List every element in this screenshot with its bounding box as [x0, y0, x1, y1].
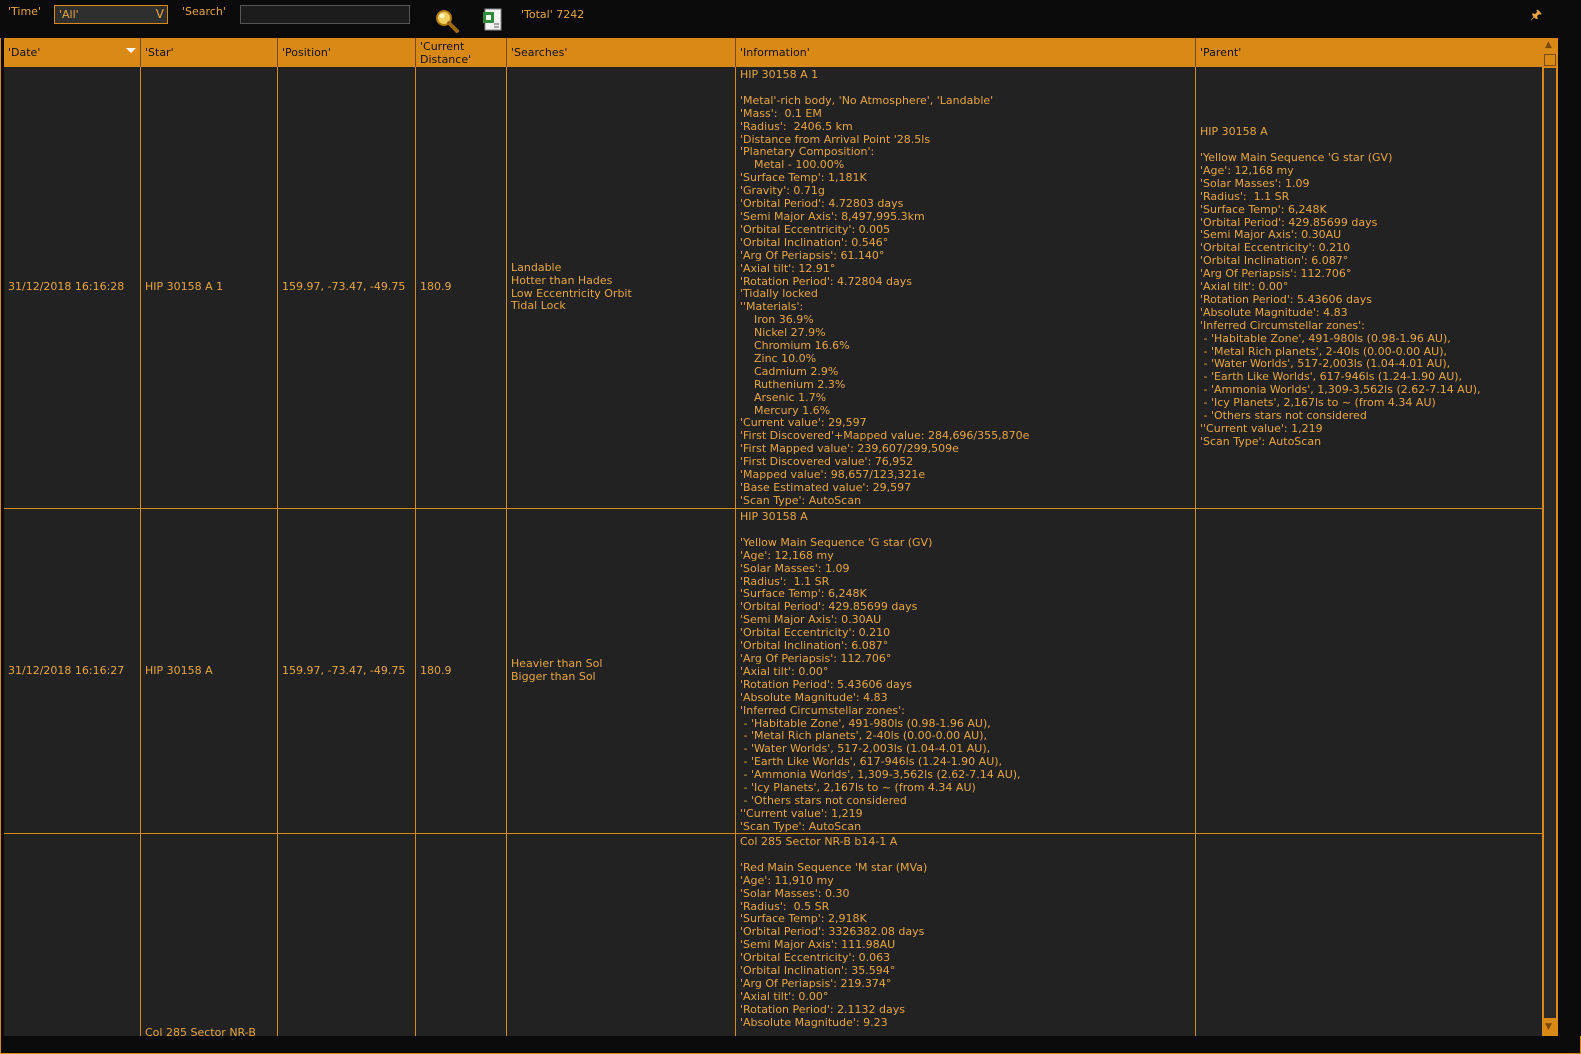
cell-parent: HIP 30158 A 'Yellow Main Sequence 'G sta… [1200, 125, 1481, 448]
scroll-down-icon[interactable]: ▼ [1545, 1022, 1552, 1032]
cell-parent [1196, 509, 1542, 833]
column-header-position[interactable]: 'Position' [278, 38, 416, 67]
cell-position: 159.97, -73.47, -49.75 [278, 509, 416, 833]
column-header-parent-label: 'Parent' [1200, 46, 1242, 59]
cell-searches: Landable Hotter than Hades Low Eccentric… [507, 67, 736, 508]
column-header-searches-label: 'Searches' [511, 46, 568, 59]
toolbar: 'Time' 'All' V 'Search' 'Total' 7242 🖈 [0, 0, 1581, 38]
cell-searches: Heavier than Sol Bigger than Sol [507, 509, 736, 833]
cell-date: 31/12/2018 16:16:27 [4, 509, 141, 833]
total-count: 'Total' 7242 [521, 8, 585, 21]
scroll-up-icon[interactable]: ▲ [1545, 40, 1552, 50]
cell-position: 159.97, -73.47, -49.75 [278, 67, 416, 508]
column-header-position-label: 'Position' [282, 46, 331, 59]
cell-date: 31/12/2018 16:16:28 [4, 67, 141, 508]
sort-desc-icon [126, 48, 136, 53]
cell-searches [507, 834, 736, 1036]
search-input[interactable] [240, 5, 410, 24]
grid-header: 'Date' 'Star' 'Position' 'Current Distan… [4, 38, 1542, 67]
search-icon[interactable] [434, 8, 460, 37]
column-header-information-label: 'Information' [740, 46, 810, 59]
export-excel-icon[interactable] [482, 8, 504, 35]
cell-information: HIP 30158 A 'Yellow Main Sequence 'G sta… [736, 509, 1196, 833]
cell-information: Col 285 Sector NR-B b14-1 A 'Red Main Se… [736, 834, 1196, 1036]
results-grid: 'Date' 'Star' 'Position' 'Current Distan… [4, 38, 1542, 1036]
cell-distance: 180.9 [416, 67, 507, 508]
right-margin [1560, 38, 1581, 1036]
column-header-date-label: 'Date' [8, 46, 41, 59]
time-label: 'Time' [8, 5, 41, 18]
cell-star: HIP 30158 A [141, 509, 278, 833]
cell-star: HIP 30158 A 1 [141, 67, 278, 508]
time-select-value: 'All' [59, 8, 79, 21]
column-header-distance[interactable]: 'Current Distance' [416, 38, 507, 67]
cell-information: HIP 30158 A 1 'Metal'-rich body, 'No Atm… [736, 67, 1196, 508]
table-row[interactable]: Col 285 Sector NR-B Col 285 Sector NR-B … [4, 834, 1542, 1036]
column-header-distance-label: 'Current Distance' [420, 39, 472, 66]
pin-icon[interactable]: 🖈 [1530, 6, 1542, 28]
column-header-parent[interactable]: 'Parent' [1196, 38, 1542, 67]
vertical-scrollbar[interactable]: ▲ ▼ [1542, 38, 1558, 1036]
cell-star-text: Col 285 Sector NR-B [145, 1026, 256, 1036]
time-select[interactable]: 'All' V [54, 5, 168, 24]
column-header-date[interactable]: 'Date' [4, 38, 141, 67]
cell-date [4, 834, 141, 1036]
table-row[interactable]: 31/12/2018 16:16:27 HIP 30158 A 159.97, … [4, 509, 1542, 834]
search-label: 'Search' [182, 5, 226, 18]
cell-distance [416, 834, 507, 1036]
chevron-down-icon: V [155, 7, 164, 21]
scroll-thumb[interactable] [1544, 54, 1556, 66]
cell-position [278, 834, 416, 1036]
cell-parent [1196, 834, 1542, 1036]
column-header-information[interactable]: 'Information' [736, 38, 1196, 67]
table-row[interactable]: 31/12/2018 16:16:28 HIP 30158 A 1 159.97… [4, 67, 1542, 509]
cell-star: Col 285 Sector NR-B [141, 834, 278, 1036]
column-header-star[interactable]: 'Star' [141, 38, 278, 67]
scroll-track[interactable] [1544, 68, 1556, 1018]
column-header-searches[interactable]: 'Searches' [507, 38, 736, 67]
column-header-star-label: 'Star' [145, 46, 174, 59]
cell-distance: 180.9 [416, 509, 507, 833]
